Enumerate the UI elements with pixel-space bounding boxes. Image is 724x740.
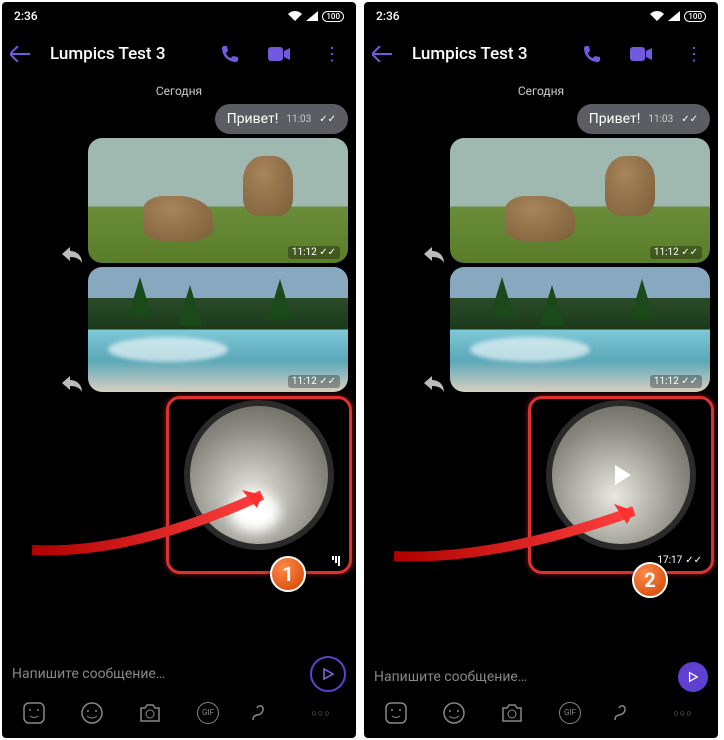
wifi-icon: [650, 11, 664, 21]
read-receipt-icon: ✓✓: [681, 114, 698, 125]
camera-icon[interactable]: [139, 703, 167, 723]
message-bubble[interactable]: Привет! 11:03 ✓✓: [215, 104, 348, 134]
share-icon[interactable]: [62, 247, 82, 263]
send-video-button[interactable]: [310, 656, 346, 692]
message-row-image: 11:12 ✓✓: [372, 138, 710, 263]
smile-icon[interactable]: [443, 702, 471, 724]
battery-icon: 100: [322, 11, 344, 22]
status-icons: 100: [288, 11, 344, 22]
tutorial-step-marker: 2: [632, 562, 668, 598]
phone-screen-right: 2:36 100 Lumpics Test 3 ⋮ Сегодня Привет…: [364, 2, 718, 738]
video-message-uploading[interactable]: [170, 400, 348, 570]
wifi-icon: [288, 11, 302, 21]
status-bar: 2:36 100: [2, 2, 356, 30]
more-attachments-icon[interactable]: ○○○: [669, 708, 697, 719]
read-receipt-icon: ✓✓: [685, 555, 702, 566]
more-attachments-icon[interactable]: ○○○: [307, 708, 335, 719]
voice-call-button[interactable]: [220, 44, 252, 64]
composer-bar: Напишите сообщение…: [364, 656, 718, 694]
play-icon: [615, 465, 631, 485]
signal-icon: [306, 11, 318, 21]
phone-screen-left: 2:36 100 Lumpics Test 3 ⋮ Сегодня Привет: [2, 2, 356, 738]
signal-icon: [668, 11, 680, 21]
video-upload-status: [332, 556, 340, 566]
sticker-icon[interactable]: [23, 702, 51, 724]
composer-bar: Напишите сообщение…: [2, 650, 356, 694]
send-video-button[interactable]: [678, 662, 708, 692]
video-bubble[interactable]: [184, 400, 334, 550]
chat-title[interactable]: Lumpics Test 3: [412, 44, 566, 64]
chat-header: Lumpics Test 3 ⋮: [364, 30, 718, 78]
share-icon[interactable]: [424, 247, 444, 263]
message-row-image: 11:12 ✓✓: [372, 267, 710, 392]
message-time: 11:03: [648, 114, 673, 125]
status-time: 2:36: [376, 9, 400, 23]
chat-title[interactable]: Lumpics Test 3: [50, 44, 204, 64]
message-text: Привет!: [589, 111, 641, 127]
video-call-button[interactable]: [268, 47, 300, 61]
message-row-image: 11:12 ✓✓: [10, 267, 348, 392]
video-call-button[interactable]: [630, 47, 662, 61]
back-button[interactable]: [10, 46, 34, 62]
back-button[interactable]: [372, 46, 396, 62]
messages-area[interactable]: Сегодня Привет! 11:03 ✓✓ 11:12 ✓✓: [2, 78, 356, 650]
image-message-groundhogs[interactable]: 11:12 ✓✓: [88, 138, 348, 263]
date-divider: Сегодня: [372, 78, 710, 104]
battery-icon: 100: [684, 11, 706, 22]
uploading-icon: [332, 556, 340, 566]
image-message-river[interactable]: 11:12 ✓✓: [88, 267, 348, 392]
voice-call-button[interactable]: [582, 44, 614, 64]
status-bar: 2:36 100: [364, 2, 718, 30]
gif-icon[interactable]: GIF: [559, 702, 581, 724]
attachment-bar: GIF ○○○: [364, 694, 718, 738]
video-time-status: 17:17 ✓✓: [657, 555, 702, 566]
doodle-icon[interactable]: [249, 702, 277, 724]
share-icon[interactable]: [424, 376, 444, 392]
gif-icon[interactable]: GIF: [197, 702, 219, 724]
status-icons: 100: [650, 11, 706, 22]
message-input[interactable]: Напишите сообщение…: [374, 669, 670, 685]
video-message-ready[interactable]: 17:17 ✓✓: [532, 400, 710, 570]
more-options-button[interactable]: ⋮: [678, 44, 710, 65]
status-time: 2:36: [14, 9, 38, 23]
image-message-groundhogs[interactable]: 11:12 ✓✓: [450, 138, 710, 263]
message-row-text: Привет! 11:03 ✓✓: [10, 104, 348, 134]
attachment-bar: GIF ○○○: [2, 694, 356, 738]
messages-area[interactable]: Сегодня Привет! 11:03 ✓✓ 11:12 ✓✓ 11:12 …: [364, 78, 718, 656]
message-row-image: 11:12 ✓✓: [10, 138, 348, 263]
date-divider: Сегодня: [10, 78, 348, 104]
message-time: 11:03: [286, 114, 311, 125]
more-options-button[interactable]: ⋮: [316, 44, 348, 65]
video-bubble[interactable]: [546, 400, 696, 550]
message-input[interactable]: Напишите сообщение…: [12, 666, 302, 682]
chat-header: Lumpics Test 3 ⋮: [2, 30, 356, 78]
sticker-icon[interactable]: [385, 702, 413, 724]
tutorial-step-marker: 1: [270, 556, 306, 592]
message-bubble[interactable]: Привет! 11:03 ✓✓: [577, 104, 710, 134]
read-receipt-icon: ✓✓: [319, 114, 336, 125]
share-icon[interactable]: [62, 376, 82, 392]
message-text: Привет!: [227, 111, 279, 127]
camera-icon[interactable]: [501, 703, 529, 723]
image-message-river[interactable]: 11:12 ✓✓: [450, 267, 710, 392]
message-row-text: Привет! 11:03 ✓✓: [372, 104, 710, 134]
smile-icon[interactable]: [81, 702, 109, 724]
doodle-icon[interactable]: [611, 702, 639, 724]
